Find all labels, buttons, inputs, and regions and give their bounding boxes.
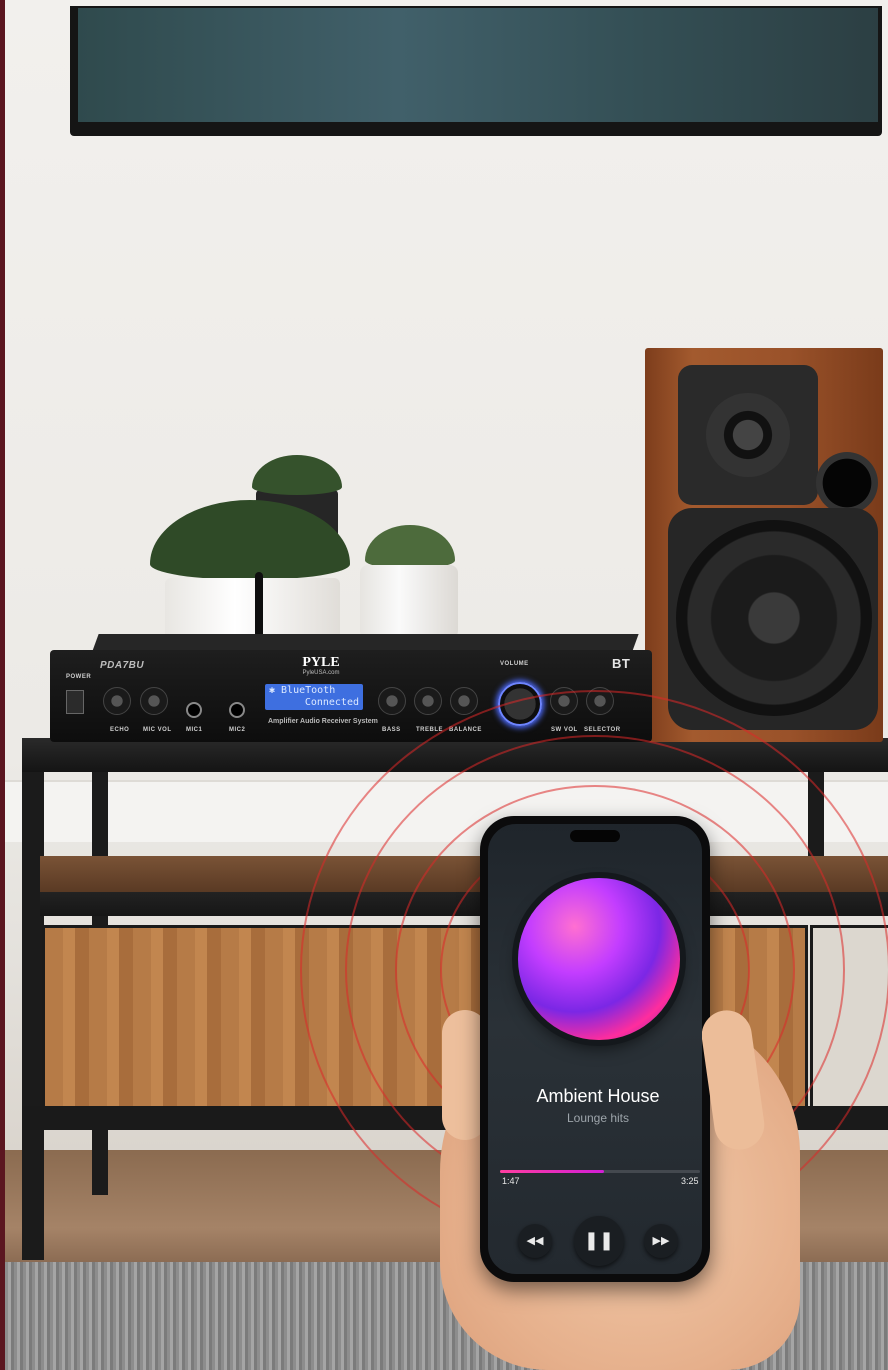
small-succulent xyxy=(365,525,455,569)
bass-port xyxy=(816,452,878,514)
power-switch[interactable] xyxy=(66,690,84,714)
treble-knob[interactable] xyxy=(414,687,442,715)
song-subtitle: Lounge hits xyxy=(566,1111,630,1125)
mic-vol-label: MIC VOL xyxy=(143,727,172,733)
amplifier-subtitle: Amplifier Audio Receiver System xyxy=(268,718,378,725)
rewind-icon: ◀◀ xyxy=(526,1234,544,1247)
woofer xyxy=(676,520,872,716)
pause-icon: ❚❚ xyxy=(583,1230,615,1251)
mic2-label: MIC2 xyxy=(229,727,246,733)
amplifier-model: PDA7BU xyxy=(100,660,145,671)
song-title: Ambient House xyxy=(536,1086,660,1106)
phone-notch xyxy=(570,830,620,842)
console-leg-left xyxy=(22,740,44,1260)
pause-button[interactable]: ❚❚ xyxy=(574,1216,624,1266)
photo-scene: PDA7BU PYLE PyleUSA.com BT ✱ BlueTooth C… xyxy=(0,0,888,1370)
mic-vol-knob[interactable] xyxy=(140,687,168,715)
mic1-label: MIC1 xyxy=(186,727,203,733)
album-art xyxy=(518,878,680,1040)
tv-screen xyxy=(78,8,878,122)
rewind-button[interactable]: ◀◀ xyxy=(518,1224,552,1258)
bass-label: BASS xyxy=(382,727,401,733)
mic2-jack[interactable] xyxy=(229,702,245,718)
power-label: POWER xyxy=(66,674,92,680)
fast-forward-icon: ▶▶ xyxy=(652,1234,670,1247)
amplifier-brand: PYLE xyxy=(302,655,340,670)
tweeter xyxy=(706,393,790,477)
white-planter-large xyxy=(165,578,340,638)
fast-forward-button[interactable]: ▶▶ xyxy=(644,1224,678,1258)
balance-knob[interactable] xyxy=(450,687,478,715)
white-planter-small xyxy=(360,565,458,637)
amplifier-display: ✱ BlueTooth Connected xyxy=(265,684,363,710)
time-current: 1:47 xyxy=(502,1176,520,1186)
amplifier-logo: PYLE PyleUSA.com xyxy=(286,655,356,677)
progress-fill xyxy=(500,1170,604,1173)
volume-label: VOLUME xyxy=(500,661,529,667)
amplifier-site: PyleUSA.com xyxy=(302,670,340,676)
bass-knob[interactable] xyxy=(378,687,406,715)
time-total: 3:25 xyxy=(681,1176,699,1186)
bluetooth-badge: BT xyxy=(612,656,631,671)
display-line-2: Connected xyxy=(304,697,359,708)
echo-label: ECHO xyxy=(110,727,130,733)
display-line-1: ✱ BlueTooth xyxy=(269,685,336,696)
succulent-leaves xyxy=(252,455,342,495)
mic1-jack[interactable] xyxy=(186,702,202,718)
echo-knob[interactable] xyxy=(103,687,131,715)
